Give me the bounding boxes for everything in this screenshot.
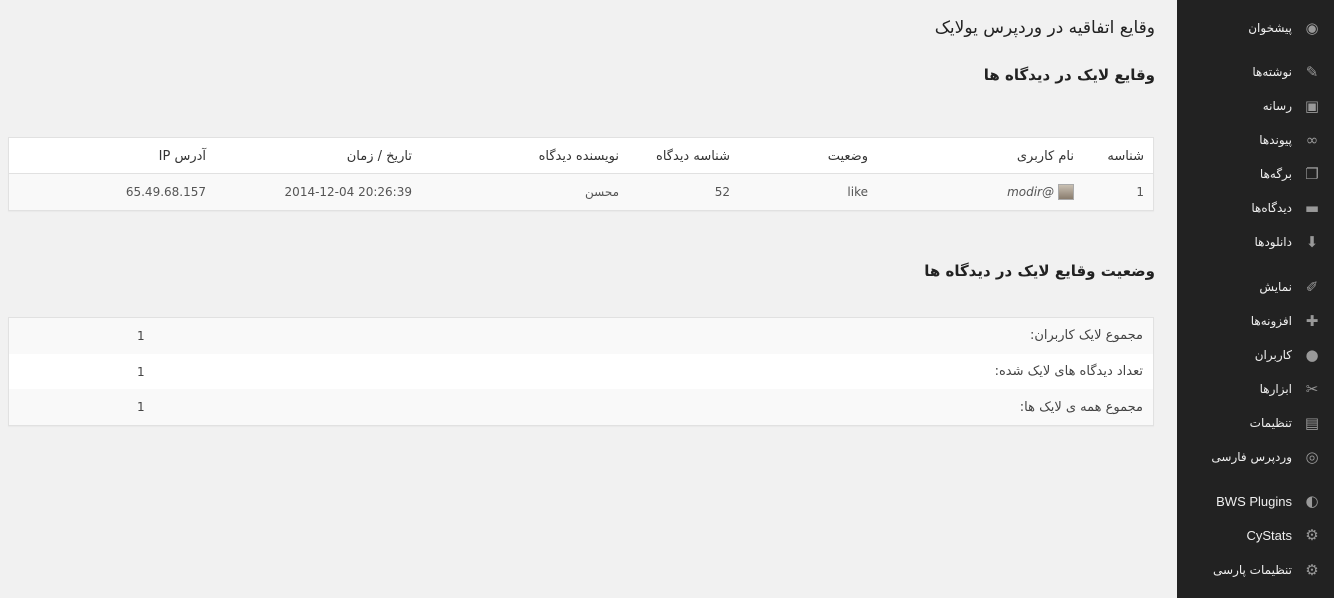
pages-icon: ❐ <box>1305 165 1319 183</box>
cell-username: modir@ <box>1007 174 1074 210</box>
sidebar-item-label: افزونه‌ها <box>1250 314 1292 328</box>
sidebar-item-label: برگه‌ها <box>1259 167 1292 181</box>
col-header-id[interactable]: شناسه <box>1107 138 1144 174</box>
comments-icon: ▬ <box>1304 199 1320 217</box>
sidebar-item-downloads[interactable]: ⬇ دانلودها <box>1177 227 1334 257</box>
cell-id: 1 <box>1136 185 1144 199</box>
link-icon: ∞ <box>1305 131 1319 149</box>
stats-row: مجموع همه ی لایک ها: 1 <box>9 389 1153 426</box>
sidebar-item-appearance[interactable]: ✐ نمایش <box>1177 272 1334 302</box>
col-header-datetime[interactable]: تاریخ / زمان <box>347 138 412 174</box>
stat-value: 1 <box>137 400 145 415</box>
cell-status: like <box>847 185 868 199</box>
sidebar-item-users[interactable]: ● کاربران <box>1177 340 1334 370</box>
likes-table: شناسه نام کاربری وضعیت شناسه دیدگاه نویس… <box>8 137 1154 211</box>
bws-icon: ◐ <box>1305 492 1319 510</box>
table-header-row: شناسه نام کاربری وضعیت شناسه دیدگاه نویس… <box>9 138 1153 174</box>
sidebar-item-label: BWS Plugins <box>1216 493 1292 509</box>
media-icon: ▣ <box>1304 97 1320 115</box>
stat-label: تعداد دیدگاه های لایک شده: <box>994 364 1143 380</box>
stat-value: 1 <box>137 364 145 379</box>
sidebar-item-dashboard[interactable]: ◉ پیشخوان <box>1177 13 1334 43</box>
sidebar-item-label: نمایش <box>1259 280 1292 294</box>
sidebar-item-comments[interactable]: ▬ دیدگاه‌ها <box>1177 193 1334 223</box>
download-icon: ⬇ <box>1305 233 1319 251</box>
sidebar-item-label: تنظیمات <box>1249 416 1292 430</box>
sidebar-item-media[interactable]: ▣ رسانه <box>1177 91 1334 121</box>
admin-sidebar: ◉ پیشخوان ✎ نوشته‌ها ▣ رسانه ∞ پیوندها ❐… <box>1177 0 1334 598</box>
cell-comment-id: 52 <box>714 185 730 199</box>
sidebar-item-links[interactable]: ∞ پیوندها <box>1177 125 1334 155</box>
plugins-icon: ✚ <box>1305 312 1319 330</box>
sidebar-item-settings[interactable]: ▤ تنظیمات <box>1177 408 1334 438</box>
stat-value: 1 <box>137 328 145 343</box>
stat-label: مجموع لایک کاربران: <box>1029 328 1143 344</box>
stats-row: تعداد دیدگاه های لایک شده: 1 <box>9 354 1153 390</box>
sidebar-item-tools[interactable]: ✂ ابزارها <box>1177 374 1334 404</box>
table-row: 1 modir@ like 52 محسن 2014-12-04 20:26:3… <box>9 174 1153 210</box>
users-icon: ● <box>1305 346 1319 364</box>
cell-datetime: 2014-12-04 20:26:39 <box>284 185 412 199</box>
sidebar-item-label: کاربران <box>1254 348 1292 362</box>
stats-section-title: وضعیت وقایع لایک در دیدگاه ها <box>924 262 1155 280</box>
dashboard-icon: ◉ <box>1305 19 1319 37</box>
sidebar-item-label: تنظیمات پارسی <box>1213 563 1292 577</box>
settings-icon: ▤ <box>1304 414 1320 432</box>
tools-icon: ✂ <box>1305 380 1319 398</box>
sidebar-item-label: رسانه <box>1262 99 1292 113</box>
col-header-status[interactable]: وضعیت <box>828 138 868 174</box>
col-header-comment-author[interactable]: نویسنده دیدگاه <box>539 138 619 174</box>
col-header-comment-id[interactable]: شناسه دیدگاه <box>656 138 730 174</box>
cell-comment-author: محسن <box>584 185 619 199</box>
stats-table: مجموع لایک کاربران: 1 تعداد دیدگاه های ل… <box>8 317 1154 427</box>
avatar <box>1058 184 1074 200</box>
sidebar-item-label: ابزارها <box>1259 382 1292 396</box>
gear-icon: ⚙ <box>1305 526 1319 544</box>
pin-icon: ✎ <box>1305 63 1319 81</box>
stats-row: مجموع لایک کاربران: 1 <box>9 318 1153 354</box>
stat-label: مجموع همه ی لایک ها: <box>1019 399 1143 415</box>
cell-ip: 65.49.68.157 <box>125 185 206 199</box>
sidebar-item-wordpress-farsi[interactable]: ◎ وردپرس فارسی <box>1177 442 1334 472</box>
sidebar-item-bws-plugins[interactable]: ◐ BWS Plugins <box>1177 486 1334 516</box>
gear-icon: ⚙ <box>1305 561 1319 579</box>
sidebar-item-label: پیوندها <box>1259 133 1292 147</box>
col-header-ip[interactable]: آدرس IP <box>159 138 206 174</box>
wordpress-icon: ◎ <box>1305 448 1319 466</box>
sidebar-item-pages[interactable]: ❐ برگه‌ها <box>1177 159 1334 189</box>
sidebar-item-label: دانلودها <box>1254 235 1292 249</box>
sidebar-item-posts[interactable]: ✎ نوشته‌ها <box>1177 57 1334 87</box>
page-title: وقایع اتفاقیه در وردپرس یولایک <box>934 18 1155 38</box>
col-header-username[interactable]: نام کاربری <box>1017 138 1074 174</box>
appearance-icon: ✐ <box>1305 278 1319 296</box>
sidebar-item-label: CyStats <box>1246 527 1292 543</box>
sidebar-item-label: پیشخوان <box>1248 21 1292 35</box>
sidebar-item-label: نوشته‌ها <box>1252 65 1292 79</box>
username-text[interactable]: modir@ <box>1007 185 1054 199</box>
sidebar-item-parsi-settings[interactable]: ⚙ تنظیمات پارسی <box>1177 555 1334 585</box>
sidebar-item-label: وردپرس فارسی <box>1211 450 1292 464</box>
likes-section-title: وقایع لایک در دیدگاه ها <box>983 66 1155 84</box>
sidebar-item-plugins[interactable]: ✚ افزونه‌ها <box>1177 306 1334 336</box>
sidebar-item-label: دیدگاه‌ها <box>1251 201 1292 215</box>
main-content: وقایع اتفاقیه در وردپرس یولایک وقایع لای… <box>0 0 1177 598</box>
sidebar-item-cystats[interactable]: ⚙ CyStats <box>1177 520 1334 550</box>
